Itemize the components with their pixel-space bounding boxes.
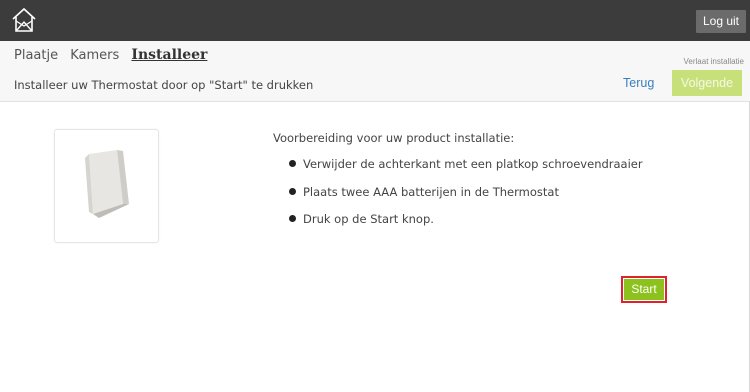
bullet-icon [289, 187, 296, 195]
top-bar: Log uit [0, 0, 750, 41]
thermostat-device-icon [85, 150, 129, 218]
product-image-card [54, 129, 159, 243]
tab-plaatje[interactable]: Plaatje [14, 48, 58, 63]
tab-installeer[interactable]: Installeer [131, 47, 207, 63]
start-button-highlight: Start [621, 276, 667, 303]
instruction-text: Installeer uw Thermostat door op "Start"… [14, 78, 314, 92]
step-text: Verwijder de achterkant met een platkop … [303, 157, 643, 171]
back-link[interactable]: Terug [623, 76, 654, 90]
list-item: Druk op de Start knop. [289, 212, 643, 240]
next-button[interactable]: Volgende [672, 70, 742, 96]
list-item: Plaats twee AAA batterijen in de Thermos… [289, 185, 643, 213]
bullet-icon [289, 160, 296, 167]
step-text: Druk op de Start knop. [303, 212, 434, 226]
start-button[interactable]: Start [624, 279, 664, 300]
preparation-title: Voorbereiding voor uw product installati… [273, 131, 515, 145]
step-text: Plaats twee AAA batterijen in de Thermos… [303, 184, 559, 199]
tab-bar: Plaatje Kamers Installeer [14, 47, 215, 63]
leave-installation-link[interactable]: Verlaat installatie [684, 57, 744, 66]
tab-kamers[interactable]: Kamers [70, 48, 119, 63]
house-icon[interactable] [11, 7, 37, 33]
logout-button[interactable]: Log uit [695, 10, 746, 33]
preparation-steps: Verwijder de achterkant met een platkop … [289, 157, 643, 240]
list-item: Verwijder de achterkant met een platkop … [289, 157, 643, 185]
bullet-icon [289, 215, 296, 222]
